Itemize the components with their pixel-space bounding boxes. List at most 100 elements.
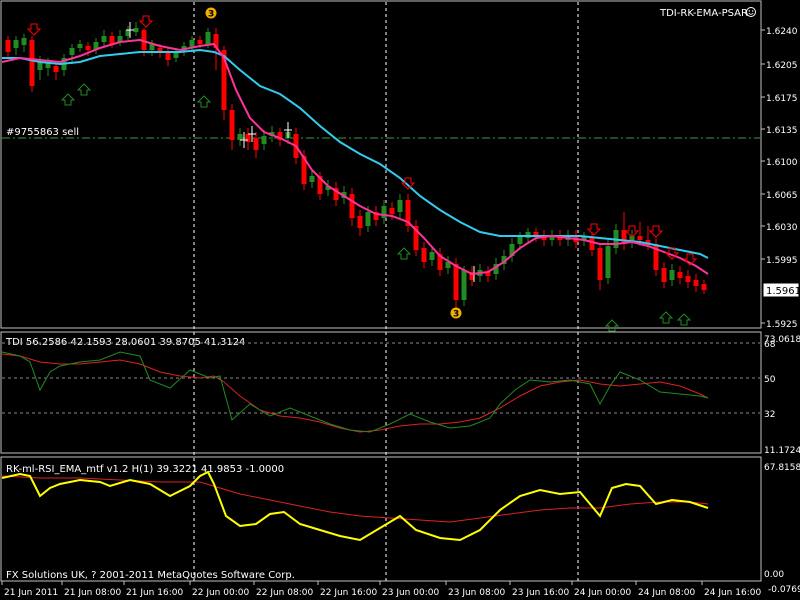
candle-body <box>229 110 235 140</box>
sell-arrow-icon <box>400 177 416 190</box>
rsi-ema-line <box>1 475 709 523</box>
rsi-bottom-tick: -0.0769 <box>768 585 800 595</box>
candle-body <box>701 284 707 290</box>
time-axis: 21 Jun 2011 21 Jun 08:00 21 Jun 16:00 22 Ju… <box>1 581 761 598</box>
time-tick-label: 23 Jun 08:00 <box>448 588 505 598</box>
candle-body <box>165 52 171 60</box>
sell-arrow-icon <box>138 15 154 28</box>
order-marker-label: 3 <box>453 310 459 320</box>
candle-body <box>21 38 27 45</box>
candle-body <box>133 28 139 32</box>
candle-body <box>77 44 83 48</box>
order-line-label: #9755863 sell <box>6 127 79 138</box>
trading-chart[interactable]: #9755863 sell 33 1.62401.62051.61751.613… <box>0 0 800 600</box>
candle-body <box>309 176 315 182</box>
tdi-label: TDI 56.2586 42.1593 28.0601 39.8705 41.3… <box>5 337 245 348</box>
candle-body <box>69 48 75 55</box>
time-tick-label: 24 Jun 16:00 <box>704 588 761 598</box>
smiley-eye-right <box>752 10 754 12</box>
indicator-title: TDI-RK-EMA-PSAR <box>659 8 748 19</box>
candlesticks <box>5 22 707 308</box>
price-tick-label: 1.6240 <box>766 27 798 37</box>
signal-arrows <box>26 15 698 332</box>
candle-body <box>237 134 243 140</box>
candle-body <box>677 272 683 278</box>
candle-body <box>5 40 11 52</box>
price-tick-label: 1.5995 <box>766 256 798 266</box>
candle-body <box>101 36 107 42</box>
candle-body <box>53 66 59 72</box>
buy-arrow-icon <box>196 95 212 108</box>
candle-body <box>261 136 267 144</box>
buy-arrow-icon <box>676 313 692 326</box>
sell-arrow-icon <box>586 223 602 236</box>
price-tick-label: 1.6175 <box>766 94 798 104</box>
candle-body <box>349 194 355 218</box>
candle-body <box>421 248 427 262</box>
price-tick-label: 1.6205 <box>766 61 798 71</box>
candle-body <box>661 268 667 282</box>
candle-body <box>605 246 611 278</box>
rsi-panel-frame <box>0 456 762 582</box>
time-tick-label: 22 Jun 00:00 <box>192 588 249 598</box>
time-tick-label: 23 Jun 16:00 <box>512 588 569 598</box>
rsi-tick-label: 0.00 <box>764 570 784 580</box>
session-separators <box>193 2 579 581</box>
candle-body <box>29 40 35 86</box>
sell-arrow-icon <box>648 225 664 238</box>
tdi-panel-frame <box>0 331 762 454</box>
tdi-axis: 73.061868503211.1724 <box>764 335 800 456</box>
candle-body <box>429 252 435 260</box>
candle-body <box>589 238 595 250</box>
order-markers: 33 <box>205 7 462 320</box>
time-tick-label: 22 Jun 08:00 <box>256 588 313 598</box>
rsi-label: RK-ml-RSI_EMA_mtf v1.2 H(1) 39.3221 41.9… <box>6 464 284 475</box>
time-tick-label: 24 Jun 08:00 <box>638 588 695 598</box>
candle-body <box>365 212 371 226</box>
price-tick-label: 1.6065 <box>766 191 798 201</box>
buy-arrow-icon <box>396 247 412 260</box>
candle-body <box>109 36 115 44</box>
current-price-label: 1.5961 <box>766 286 800 297</box>
candle-body <box>85 46 91 50</box>
ema-slow-line <box>2 48 709 259</box>
time-tick-label: 23 Jun 00:00 <box>382 588 439 598</box>
candle-body <box>397 200 403 212</box>
candle-body <box>453 264 459 300</box>
candle-body <box>637 236 643 240</box>
smiley-mouth <box>748 12 754 15</box>
buy-arrow-icon <box>604 319 620 332</box>
tdi-tick-label: 11.1724 <box>764 446 800 456</box>
candle-body <box>597 248 603 280</box>
time-tick-label: 21 Jun 08:00 <box>64 588 121 598</box>
buy-arrow-icon <box>76 83 92 96</box>
price-tick-label: 1.6100 <box>766 158 798 168</box>
price-tick-label: 1.6030 <box>766 223 798 233</box>
price-tick-label: 1.5925 <box>766 320 798 330</box>
rsi-axis: 67.8158 0.00 -0.0769 <box>764 463 800 595</box>
tdi-tick-label: 68 <box>764 340 776 350</box>
candle-body <box>205 32 211 44</box>
time-tick-label: 21 Jun 2011 <box>4 588 58 598</box>
copyright-text: FX Solutions UK, ? 2001-2011 MetaQuotes … <box>6 570 295 581</box>
buy-arrow-icon <box>658 311 674 324</box>
tdi-slow-line <box>1 353 709 433</box>
candle-body <box>669 270 675 280</box>
tdi-fast-line <box>1 351 709 433</box>
rsi-tick-label: 67.8158 <box>764 463 800 473</box>
candle-body <box>693 280 699 286</box>
candle-body <box>357 216 363 228</box>
candle-body <box>461 270 467 300</box>
time-tick-label: 22 Jun 16:00 <box>320 588 377 598</box>
time-tick-label: 21 Jun 16:00 <box>126 588 183 598</box>
time-tick-label: 24 Jun 00:00 <box>574 588 631 598</box>
candle-body <box>253 138 259 150</box>
smiley-eye-left <box>748 10 750 12</box>
tdi-tick-label: 50 <box>764 375 776 385</box>
candle-body <box>197 40 203 44</box>
candle-body <box>389 208 395 214</box>
rsi-line <box>1 470 709 542</box>
buy-arrow-icon <box>60 93 76 106</box>
sell-arrow-icon <box>26 23 42 36</box>
candle-body <box>517 236 523 244</box>
